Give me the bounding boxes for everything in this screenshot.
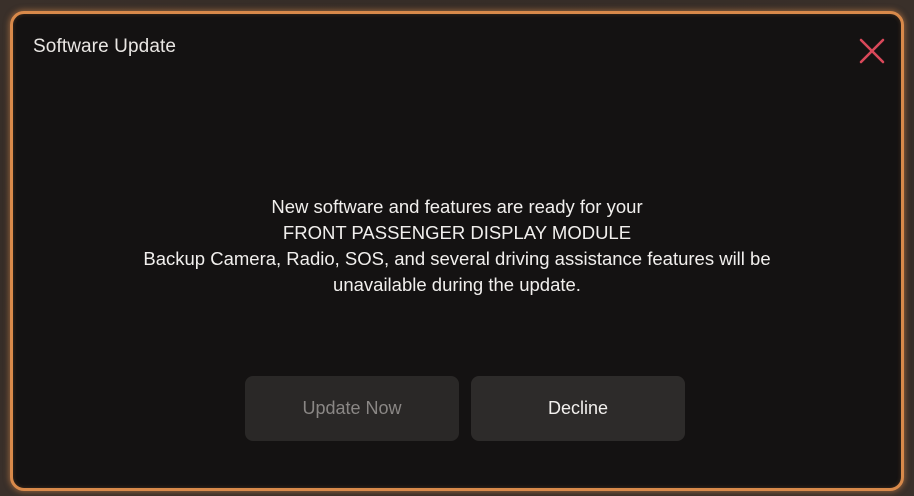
message-line-1: New software and features are ready for … [271,196,643,217]
message-line-3: Backup Camera, Radio, SOS, and several d… [143,248,771,269]
update-message: New software and features are ready for … [13,194,901,298]
decline-button[interactable]: Decline [471,376,685,441]
message-line-2: FRONT PASSENGER DISPLAY MODULE [282,222,632,243]
message-line-4: unavailable during the update. [333,274,581,295]
close-icon-graphic [859,38,885,64]
update-now-button[interactable]: Update Now [245,376,459,441]
close-icon[interactable] [857,36,887,66]
dialog-title: Software Update [33,36,177,57]
software-update-dialog: Software Update New software and feature… [10,11,904,491]
